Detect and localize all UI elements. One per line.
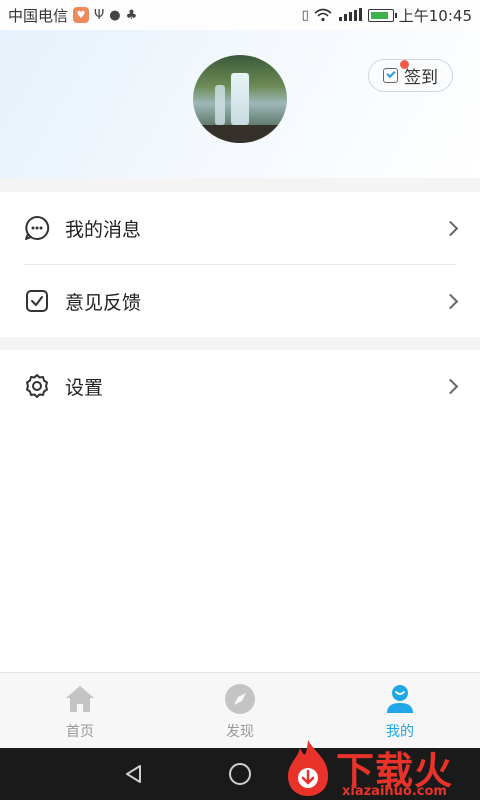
gear-icon <box>24 373 50 399</box>
tab-label-home: 首页 <box>66 724 94 740</box>
status-right: ▯ 上午10:45 <box>302 5 472 26</box>
bottom-tab-bar: 首页 发现 我的 <box>0 672 480 748</box>
menu-label-feedback: 意见反馈 <box>65 291 142 314</box>
battery-icon <box>367 8 397 22</box>
flame-icon <box>288 740 328 796</box>
user-icon <box>384 683 416 715</box>
home-circle-icon[interactable] <box>229 763 251 785</box>
avatar[interactable] <box>193 55 287 143</box>
home-icon <box>64 683 96 715</box>
notification-app-icon: ♥ <box>73 7 90 23</box>
checkin-button[interactable]: 签到 <box>368 59 453 92</box>
profile-header: 签到 <box>0 30 480 178</box>
watermark-logo: 下载火 xiazaihuo.com <box>284 738 480 800</box>
chevron-right-icon <box>442 220 459 236</box>
tab-discover[interactable]: 发现 <box>160 673 320 748</box>
section-gap <box>0 337 480 350</box>
feedback-check-icon <box>24 288 50 314</box>
signal-icon <box>338 8 362 21</box>
status-left: 中国电信 ♥ Ψ ● ♣ <box>8 5 137 26</box>
usb-icon: Ψ <box>94 7 105 23</box>
menu-item-settings[interactable]: 设置 <box>0 350 480 422</box>
menu-item-feedback[interactable]: 意见反馈 <box>0 265 480 337</box>
message-bubble-icon <box>24 215 50 241</box>
carrier-label: 中国电信 <box>8 6 69 25</box>
menu-label-messages: 我的消息 <box>65 218 142 241</box>
section-gap <box>0 178 480 192</box>
clock-label: 上午10:45 <box>398 6 472 25</box>
chevron-right-icon <box>442 378 459 394</box>
vibrate-icon: ▯ <box>301 7 309 23</box>
menu-item-messages[interactable]: 我的消息 <box>0 192 480 264</box>
compass-icon <box>224 683 256 715</box>
tab-mine[interactable]: 我的 <box>320 673 480 748</box>
wifi-icon <box>314 8 332 22</box>
chat-bubble-icon: ● <box>109 7 121 23</box>
chevron-right-icon <box>442 293 459 309</box>
status-bar: 中国电信 ♥ Ψ ● ♣ ▯ 上午10:45 <box>0 0 480 30</box>
watermark-url: xiazaihuo.com <box>342 784 447 799</box>
calendar-check-icon <box>383 68 398 83</box>
checkin-label: 签到 <box>404 68 438 88</box>
menu-label-settings: 设置 <box>65 376 104 399</box>
back-icon[interactable] <box>124 764 144 784</box>
qq-icon: ♣ <box>125 7 138 23</box>
tab-label-discover: 发现 <box>226 724 254 740</box>
notification-dot <box>400 60 409 69</box>
tab-home[interactable]: 首页 <box>0 673 160 748</box>
